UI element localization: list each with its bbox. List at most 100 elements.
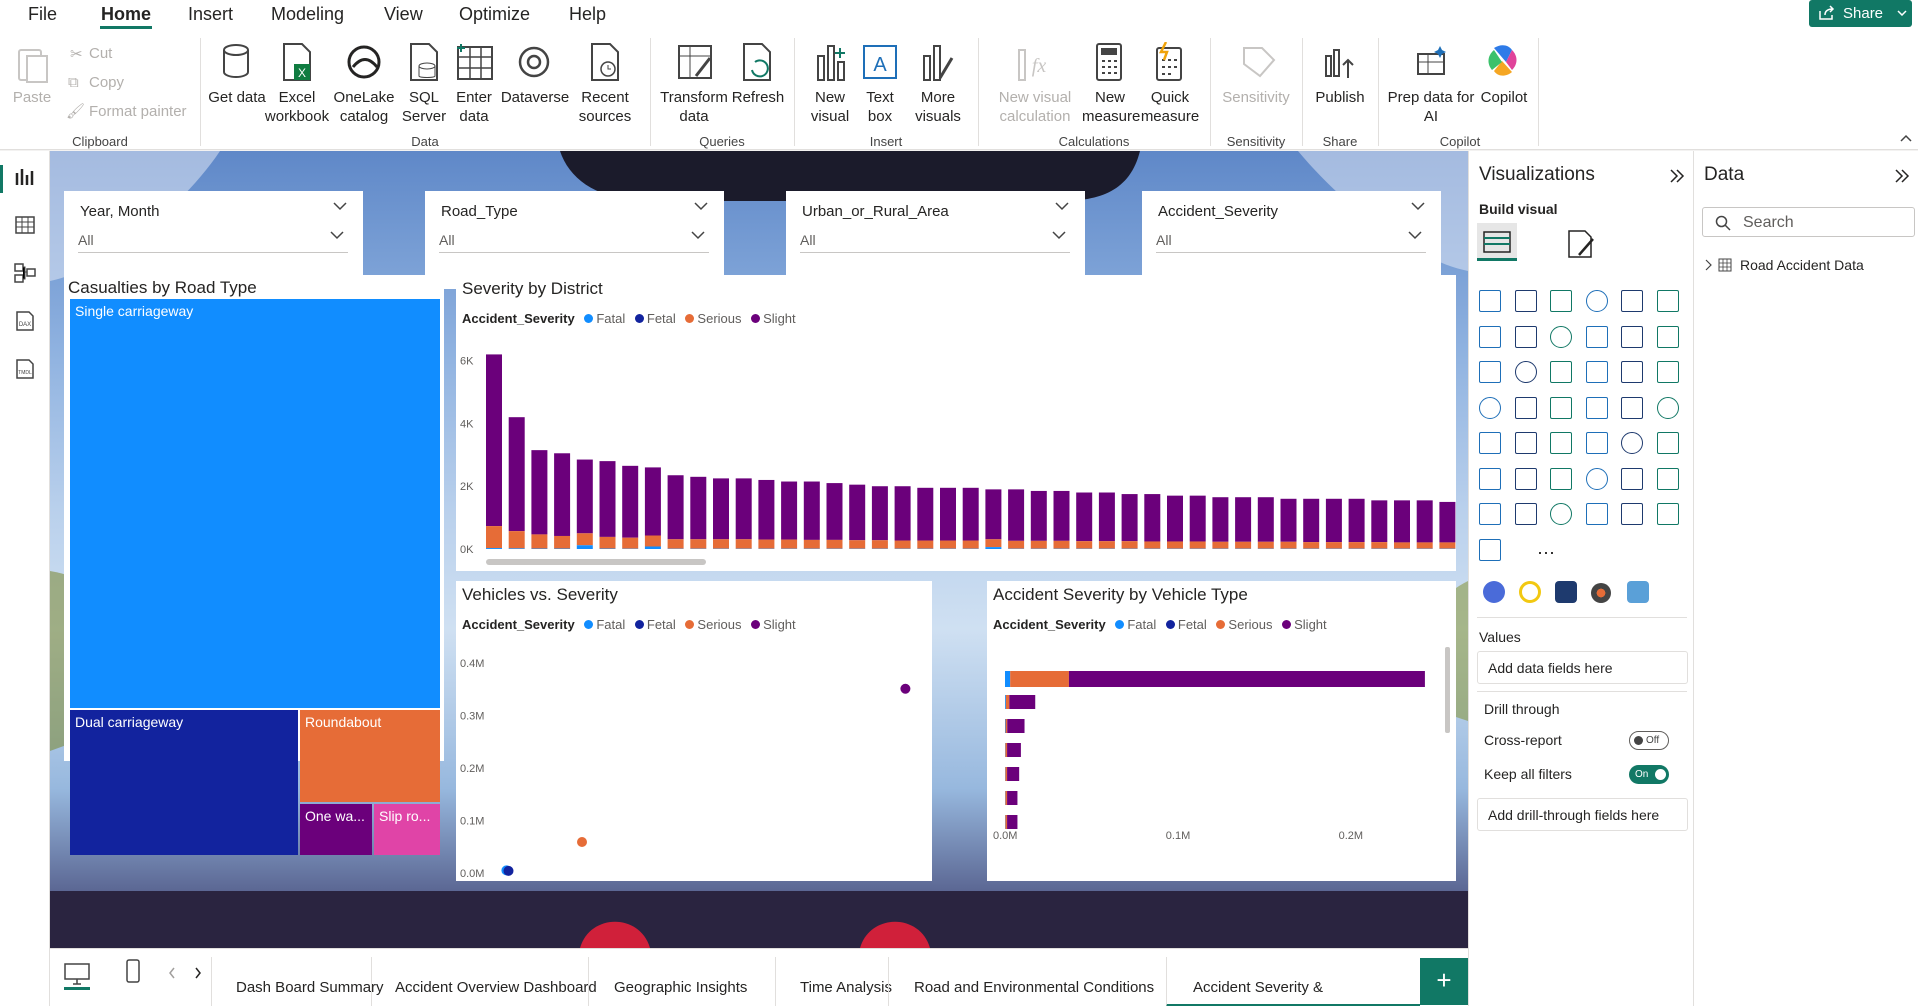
paste-button[interactable]: Paste (10, 88, 54, 107)
page-tab[interactable]: Time Analysis (775, 957, 892, 1006)
visual-type-icon[interactable] (1621, 396, 1643, 419)
format-painter-button[interactable]: Format painter (89, 103, 187, 120)
excel-workbook-button[interactable]: Excel workbook (262, 88, 332, 126)
transform-data-button[interactable]: Transform data (660, 88, 728, 126)
menu-view[interactable]: View (384, 4, 423, 25)
table-view-icon[interactable] (13, 213, 37, 237)
chevron-right-icon[interactable] (194, 967, 202, 979)
model-view-icon[interactable] (13, 261, 37, 285)
cut-button[interactable]: Cut (89, 45, 112, 62)
quick-measure-button[interactable]: Quick measure (1140, 88, 1200, 126)
visual-type-icon[interactable] (1656, 503, 1679, 525)
new-measure-button[interactable]: New measure (1082, 88, 1140, 126)
treemap-visual[interactable]: Casualties by Road Type Single carriagew… (64, 275, 444, 855)
drill-through-field-well[interactable]: Add drill-through fields here (1477, 798, 1688, 831)
menu-modeling[interactable]: Modeling (271, 4, 344, 25)
new-visual-button[interactable]: New visual (806, 88, 854, 126)
menu-optimize[interactable]: Optimize (459, 4, 530, 25)
legend-item[interactable]: Serious (1216, 617, 1273, 632)
more-visuals-ellipsis[interactable]: ⋯ (1537, 543, 1555, 564)
slicer-dropdown[interactable]: All (439, 227, 709, 253)
legend-item[interactable]: Fatal (584, 617, 625, 632)
chevron-down-icon[interactable] (1055, 201, 1069, 211)
vehicles-vs-severity-visual[interactable]: Vehicles vs. Severity Accident_Severity … (456, 581, 932, 881)
page-tab[interactable]: Dash Board Summary (211, 957, 384, 1006)
visual-type-icon[interactable] (1550, 396, 1572, 419)
build-visual-tab[interactable] (1477, 223, 1517, 261)
visual-type-icon[interactable] (1621, 432, 1643, 454)
legend-item[interactable]: Fetal (1165, 617, 1207, 632)
visual-type-icon[interactable] (1514, 503, 1537, 525)
share-button[interactable]: Share (1809, 0, 1912, 27)
visual-type-icon[interactable] (1479, 538, 1501, 561)
visual-type-icon[interactable] (1479, 290, 1501, 312)
visual-type-icon[interactable] (1514, 396, 1537, 419)
legend-item[interactable]: Serious (685, 311, 742, 326)
menu-file[interactable]: File (28, 4, 57, 25)
legend-item[interactable]: Slight (751, 617, 796, 632)
visual-type-icon[interactable] (1585, 503, 1608, 525)
text-box-button[interactable]: Text box (860, 88, 900, 126)
page-tab[interactable]: Geographic Insights (588, 957, 775, 1006)
legend-item[interactable]: Fetal (634, 617, 676, 632)
visual-type-icon[interactable] (1621, 325, 1643, 348)
desktop-layout-icon[interactable] (64, 963, 90, 985)
dax-query-view-icon[interactable]: DAX (13, 309, 37, 333)
new-visual-calculation-button[interactable]: New visual calculation (990, 88, 1080, 126)
sensitivity-button[interactable]: Sensitivity (1220, 88, 1292, 107)
visual-type-icon[interactable] (1656, 467, 1679, 490)
visual-type-icon[interactable] (1550, 432, 1572, 454)
mobile-layout-icon[interactable] (126, 959, 140, 983)
custom-visual-icon[interactable] (1519, 581, 1541, 603)
legend-item[interactable]: Fetal (634, 311, 676, 326)
visual-type-icon[interactable] (1479, 503, 1501, 525)
report-view-icon[interactable] (13, 165, 37, 189)
add-page-button[interactable]: + (1420, 958, 1468, 1005)
chevron-down-icon[interactable] (1411, 201, 1425, 211)
recent-sources-button[interactable]: Recent sources (568, 88, 642, 126)
visual-type-icon[interactable] (1585, 432, 1608, 454)
visual-type-icon[interactable] (1585, 361, 1608, 383)
visual-type-icon[interactable] (1550, 325, 1572, 348)
sql-server-button[interactable]: SQL Server (398, 88, 450, 126)
format-visual-icon[interactable] (1565, 229, 1597, 259)
collapse-pane-icon[interactable] (1894, 169, 1910, 183)
prep-data-for-ai-button[interactable]: Prep data for AI (1386, 88, 1476, 126)
get-data-button[interactable]: Get data (207, 88, 267, 107)
data-table-item[interactable]: Road Accident Data (1704, 255, 1914, 277)
refresh-button[interactable]: Refresh (730, 88, 786, 107)
onelake-catalog-button[interactable]: OneLake catalog (332, 88, 396, 126)
collapse-ribbon-icon[interactable] (1900, 134, 1912, 142)
visual-type-icon[interactable] (1621, 290, 1643, 312)
visual-type-icon[interactable] (1656, 290, 1679, 312)
values-field-well[interactable]: Add data fields here (1477, 651, 1688, 684)
keep-all-filters-toggle[interactable]: On (1629, 765, 1669, 784)
chevron-left-icon[interactable] (168, 967, 176, 979)
visual-type-icon[interactable] (1479, 361, 1501, 383)
visual-type-icon[interactable] (1514, 290, 1537, 312)
treemap-tile[interactable]: Slip ro... (374, 804, 440, 855)
visual-type-icon[interactable] (1479, 432, 1501, 454)
dataverse-button[interactable]: Dataverse (500, 88, 570, 107)
chevron-down-icon[interactable] (694, 201, 708, 211)
cross-report-toggle[interactable]: Off (1629, 731, 1669, 750)
treemap-tile[interactable]: Single carriageway (70, 299, 440, 708)
data-search-input[interactable]: Search (1702, 207, 1915, 237)
visual-type-icon[interactable] (1550, 361, 1572, 383)
page-tab[interactable]: Road and Environmental Conditions (888, 957, 1166, 1006)
visual-type-icon[interactable] (1514, 467, 1537, 490)
visual-type-icon[interactable] (1656, 432, 1679, 454)
menu-insert[interactable]: Insert (188, 4, 233, 25)
slicer-dropdown[interactable]: All (800, 227, 1070, 253)
visual-type-icon[interactable] (1656, 361, 1679, 383)
menu-home[interactable]: Home (101, 4, 151, 25)
visual-type-icon[interactable] (1656, 325, 1679, 348)
visual-type-icon[interactable] (1550, 467, 1572, 490)
visual-type-icon[interactable] (1585, 467, 1608, 490)
visual-type-icon[interactable] (1479, 467, 1501, 490)
custom-visual-icon[interactable] (1483, 581, 1505, 603)
legend-item[interactable]: Slight (751, 311, 796, 326)
visual-type-icon[interactable] (1585, 290, 1608, 312)
visual-type-icon[interactable] (1585, 396, 1608, 419)
severity-by-district-visual[interactable]: Severity by District Accident_Severity F… (456, 275, 1456, 571)
